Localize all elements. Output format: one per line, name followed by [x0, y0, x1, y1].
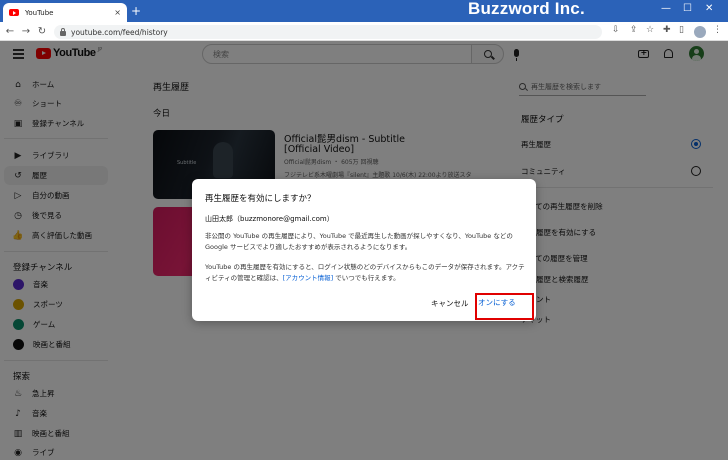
dialog-title: 再生履歴を有効にしますか？: [205, 194, 316, 204]
account-info-link[interactable]: [アカウント情報]: [283, 274, 334, 282]
forward-icon[interactable]: →: [18, 26, 34, 37]
browser-menu-icon[interactable]: ⋮: [713, 25, 722, 35]
bookmark-star-icon[interactable]: ☆: [646, 25, 654, 35]
maximize-icon[interactable]: ☐: [683, 3, 692, 14]
browser-profile-icon[interactable]: [694, 26, 706, 38]
minimize-icon[interactable]: —: [661, 3, 671, 14]
share-icon[interactable]: ⇪: [630, 25, 638, 35]
url-text: youtube.com/feed/history: [71, 27, 168, 37]
url-field[interactable]: youtube.com/feed/history: [54, 25, 602, 39]
cancel-button[interactable]: キャンセル: [431, 298, 469, 309]
dialog-account: 山田太郎（buzzmonore@gmail.com）: [205, 215, 334, 223]
close-window-icon[interactable]: ✕: [705, 3, 713, 14]
dialog-description: 非公開の YouTube の再生履歴により、YouTube で最近再生した動画が…: [205, 232, 513, 251]
highlight-box: [475, 293, 534, 320]
extensions-icon[interactable]: ✚: [663, 25, 671, 35]
reload-icon[interactable]: ↻: [34, 26, 50, 37]
new-tab-button[interactable]: +: [131, 5, 141, 17]
dialog-notice-tail: でいつでも行えます。: [333, 274, 400, 282]
brand-watermark: Buzzword Inc.: [468, 0, 585, 18]
back-icon[interactable]: ←: [2, 26, 18, 37]
tab-title: YouTube: [25, 8, 54, 17]
browser-tab[interactable]: YouTube ×: [3, 3, 127, 22]
dialog-notice: YouTube の再生履歴を有効にすると、ログイン状態のどのデバイスからもこのデ…: [205, 262, 527, 284]
address-bar: ← → ↻ youtube.com/feed/history ⇩ ⇪ ☆ ✚ ▯…: [0, 22, 728, 41]
sidepanel-icon[interactable]: ▯: [679, 25, 684, 35]
install-icon[interactable]: ⇩: [612, 25, 620, 35]
lock-icon: [60, 27, 66, 36]
browser-tabstrip: YouTube × + Buzzword Inc. — ☐ ✕: [0, 0, 728, 22]
youtube-favicon-icon: [9, 9, 19, 16]
tab-close-icon[interactable]: ×: [114, 8, 121, 17]
